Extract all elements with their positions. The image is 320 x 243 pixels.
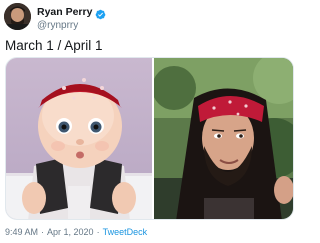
avatar[interactable] bbox=[4, 3, 31, 30]
tweet-footer: 9:49 AM · Apr 1, 2020 · TweetDeck bbox=[5, 227, 147, 238]
media-photo-baby[interactable] bbox=[6, 58, 152, 219]
tweet-date[interactable]: Apr 1, 2020 bbox=[47, 227, 94, 237]
footer-separator-2: · bbox=[96, 227, 100, 237]
author-names: Ryan Perry @rynprry bbox=[37, 6, 106, 32]
tweet-card: Ryan Perry @rynprry March 1 / April 1 9:… bbox=[0, 0, 300, 243]
tweet-text: March 1 / April 1 bbox=[5, 38, 103, 53]
tweet-media[interactable] bbox=[5, 57, 294, 220]
author-handle[interactable]: @rynprry bbox=[37, 20, 106, 32]
author-display-name[interactable]: Ryan Perry bbox=[37, 6, 92, 19]
avatar-image bbox=[4, 3, 31, 30]
tweet-time[interactable]: 9:49 AM bbox=[5, 227, 38, 237]
verified-badge-icon bbox=[95, 7, 106, 20]
tweet-source-link[interactable]: TweetDeck bbox=[103, 227, 148, 237]
tweet-header: Ryan Perry @rynprry bbox=[4, 3, 294, 31]
media-photo-man[interactable] bbox=[154, 58, 293, 219]
footer-separator: · bbox=[41, 227, 45, 237]
